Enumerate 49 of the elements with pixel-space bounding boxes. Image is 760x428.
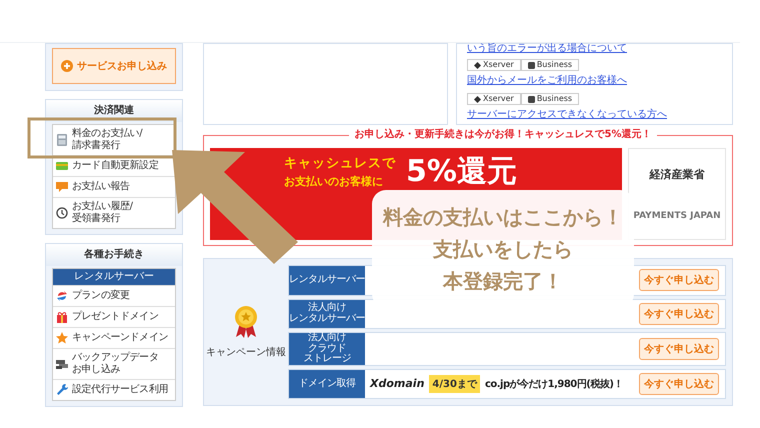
diamond-icon <box>474 96 481 102</box>
campaign-title: キャンペーン情報 <box>206 346 286 359</box>
category-label: レンタルサーバー <box>289 266 365 294</box>
sidebar-item[interactable]: バックアップデータ お申し込み <box>53 348 175 379</box>
speech-bubble-icon <box>56 181 68 193</box>
offer-text: co.jpが今だけ1,980円(税抜)！ <box>484 378 623 391</box>
callout-text: 支払いをしたら <box>433 236 573 262</box>
gift-icon <box>56 311 68 323</box>
banner-text: お支払いのお客様に <box>284 174 384 189</box>
domain-logo: Xdomain <box>370 377 424 390</box>
diamond-icon <box>474 62 481 68</box>
service-tag: Xserver <box>467 93 521 105</box>
service-tag: Xserver <box>467 59 521 71</box>
server-stack-icon <box>56 358 68 370</box>
sidebar-item[interactable]: 設定代行サービス利用 <box>53 379 175 400</box>
sidebar-item[interactable]: 料金のお支払い/ 請求書発行 <box>53 125 175 155</box>
square-icon <box>528 96 535 102</box>
wrench-icon <box>56 384 68 396</box>
sidebar-item[interactable]: お支払い報告 <box>53 176 175 197</box>
banner-headline: 5%還元 <box>406 154 517 190</box>
medal-icon <box>234 305 258 339</box>
sidebar-item[interactable]: お支払い履歴/ 受領書発行 <box>53 197 175 228</box>
plus-circle-icon <box>61 60 73 72</box>
notice-link[interactable]: 国外からメールをご利用のお客様へ <box>467 73 722 87</box>
service-tag: Business <box>520 93 580 105</box>
logo-text: PAYMENTS JAPAN <box>633 210 721 221</box>
sidebar-item[interactable]: プランの変更 <box>53 285 175 306</box>
sidebar-item[interactable]: プレゼントドメイン <box>53 306 175 327</box>
callout-text: 料金の支払いはここから！ <box>383 204 623 230</box>
star-icon <box>56 332 68 344</box>
section-subheader: レンタルサーバー <box>53 269 175 285</box>
clock-icon <box>56 207 68 219</box>
circular-arrows-icon <box>56 290 68 302</box>
deadline-badge: 4/30まで <box>429 374 480 393</box>
section-header: 各種お手続き <box>46 244 182 266</box>
category-label: 法人向け レンタルサーバー <box>289 300 365 328</box>
logo-text: 経済産業省 <box>650 167 704 182</box>
calculator-icon <box>56 134 68 146</box>
category-label: ドメイン取得 <box>289 370 365 398</box>
service-tag: Business <box>520 59 580 71</box>
callout-text: 本登録完了！ <box>443 268 563 294</box>
card-icon <box>56 160 68 172</box>
notice-link[interactable]: いう旨のエラーが出る場合について <box>467 44 722 53</box>
banner-text: キャッシュレスで <box>284 155 396 172</box>
category-label: 法人向け クラウド ストレージ <box>289 333 365 364</box>
square-icon <box>528 62 535 68</box>
sidebar-item[interactable]: キャンペーンドメイン <box>53 327 175 348</box>
notice-link[interactable]: サーバーにアクセスできなくなっている方へ <box>467 107 722 121</box>
promo-heading: お申し込み・更新手続きは今がお得！キャッシュレスで5%還元！ <box>348 128 658 142</box>
